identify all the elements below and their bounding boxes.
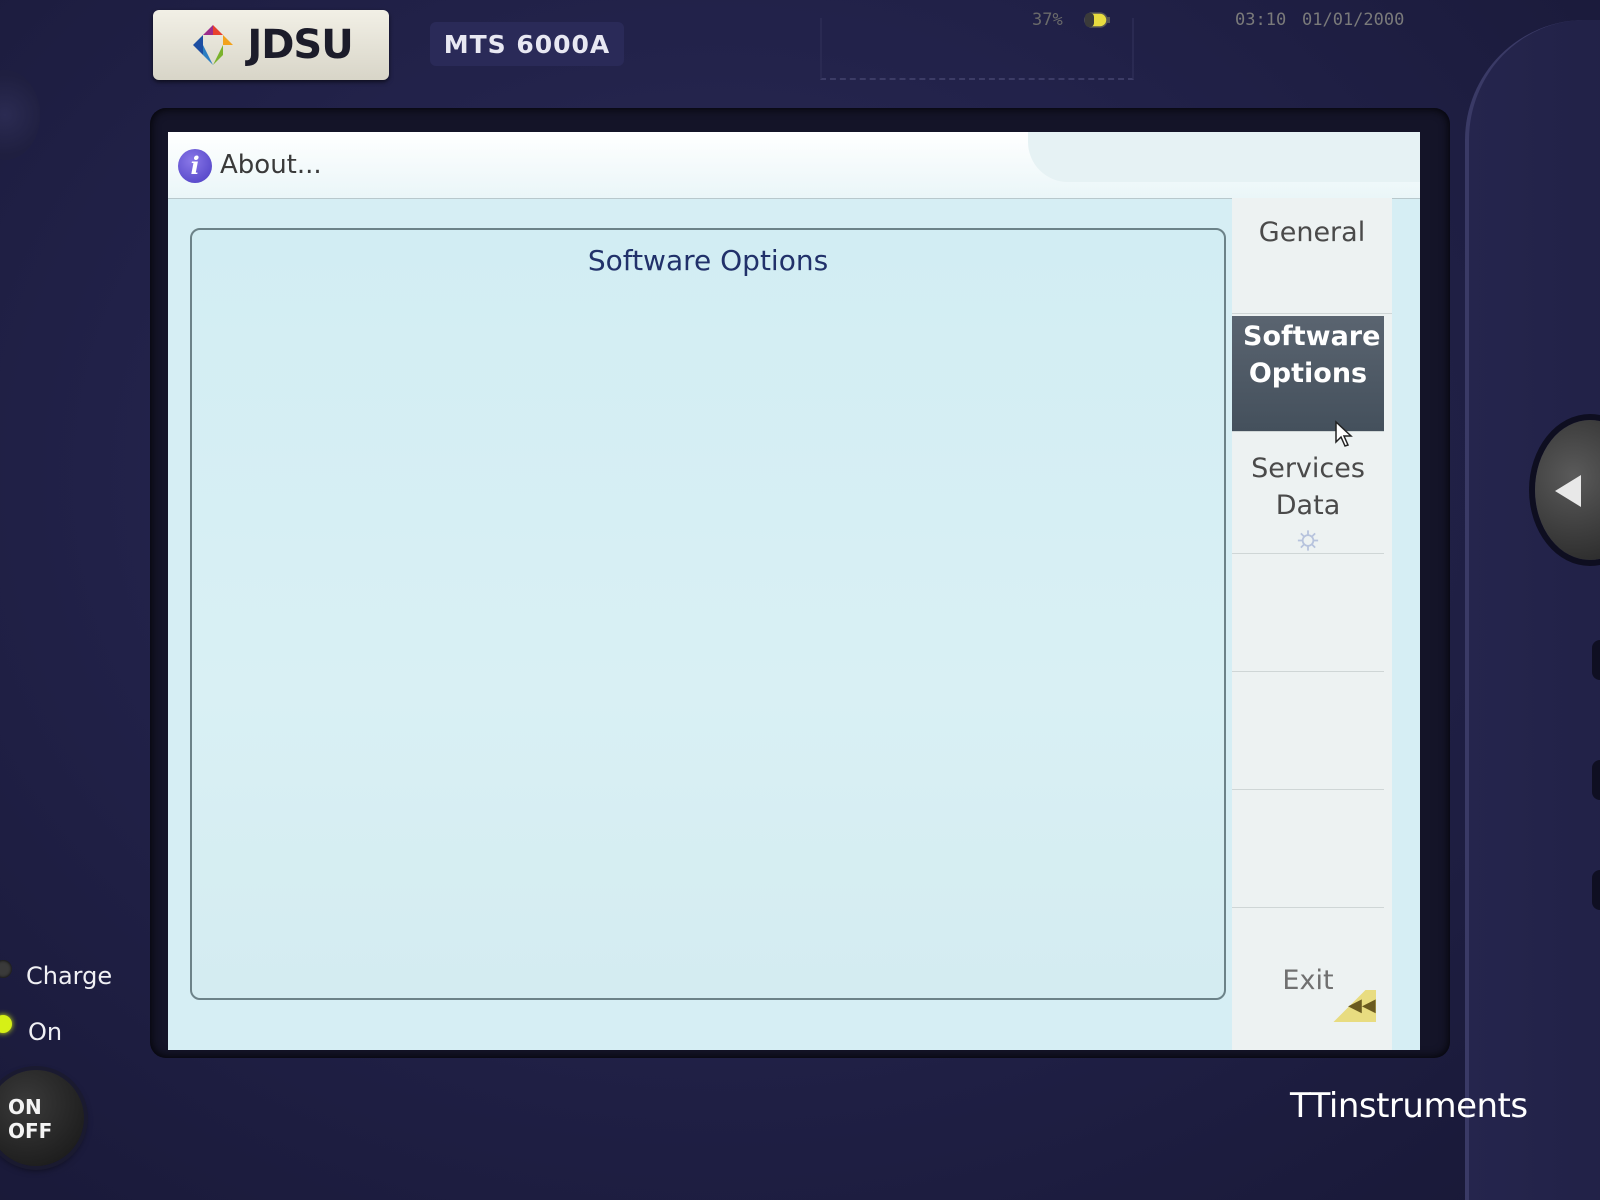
panel-title: Software Options bbox=[587, 244, 829, 277]
sidebar-item-label: General bbox=[1258, 217, 1366, 248]
model-name: MTS 6000A bbox=[430, 22, 624, 66]
brand-name: JDSU bbox=[247, 22, 353, 68]
brand-logo-plate: JDSU bbox=[153, 10, 389, 80]
side-button[interactable] bbox=[1592, 760, 1600, 800]
status-date: 01/01/2000 bbox=[1302, 10, 1405, 30]
window-title: About... bbox=[220, 150, 322, 180]
status-area bbox=[1028, 132, 1420, 182]
mouse-cursor-icon bbox=[1335, 420, 1353, 447]
side-button[interactable] bbox=[1592, 640, 1600, 680]
sidebar-item-empty-3[interactable] bbox=[1232, 792, 1384, 908]
device-body: JDSU MTS 6000A i About... Software Optio… bbox=[0, 0, 1600, 1200]
screen: i About... Software Options General Soft… bbox=[168, 132, 1420, 1050]
side-button[interactable] bbox=[1592, 870, 1600, 910]
sidebar-item-label: Software Options bbox=[1243, 321, 1381, 389]
sidebar-item-general[interactable]: General bbox=[1232, 198, 1392, 314]
charge-led bbox=[0, 960, 12, 978]
software-options-panel: Software Options bbox=[190, 228, 1226, 1000]
battery-icon bbox=[1084, 12, 1110, 28]
power-button-label: ON OFF bbox=[8, 1095, 52, 1143]
double-chevron-left-icon: ◀◀ bbox=[1348, 995, 1376, 1016]
power-label-off: OFF bbox=[8, 1119, 53, 1143]
on-label: On bbox=[28, 1018, 63, 1046]
jdsu-logo-icon bbox=[193, 25, 234, 65]
sidebar-item-empty-1[interactable] bbox=[1232, 556, 1384, 672]
speaker-grille bbox=[0, 70, 40, 160]
gear-icon bbox=[1297, 530, 1319, 551]
watermark: TTinstruments bbox=[1290, 1086, 1528, 1126]
charge-label: Charge bbox=[26, 962, 113, 990]
battery-percentage: 37% bbox=[1032, 10, 1063, 30]
sidebar: General Software Options Services Data E… bbox=[1232, 198, 1392, 1050]
sidebar-item-software-options[interactable]: Software Options bbox=[1232, 316, 1384, 432]
sidebar-item-services-data[interactable]: Services Data bbox=[1232, 434, 1384, 554]
exit-button[interactable]: Exit bbox=[1232, 910, 1384, 1050]
title-bar: i About... bbox=[168, 132, 1420, 199]
power-led bbox=[0, 1015, 12, 1033]
left-arrow-icon bbox=[1555, 475, 1581, 507]
info-icon: i bbox=[178, 149, 212, 183]
status-time: 03:10 bbox=[1235, 10, 1287, 30]
sidebar-item-empty-2[interactable] bbox=[1232, 674, 1384, 790]
sidebar-item-label: Services Data bbox=[1251, 453, 1365, 521]
sidebar-item-label: Exit bbox=[1282, 964, 1334, 996]
power-label-on: ON bbox=[8, 1095, 42, 1119]
device-side-curve bbox=[1465, 20, 1600, 1200]
